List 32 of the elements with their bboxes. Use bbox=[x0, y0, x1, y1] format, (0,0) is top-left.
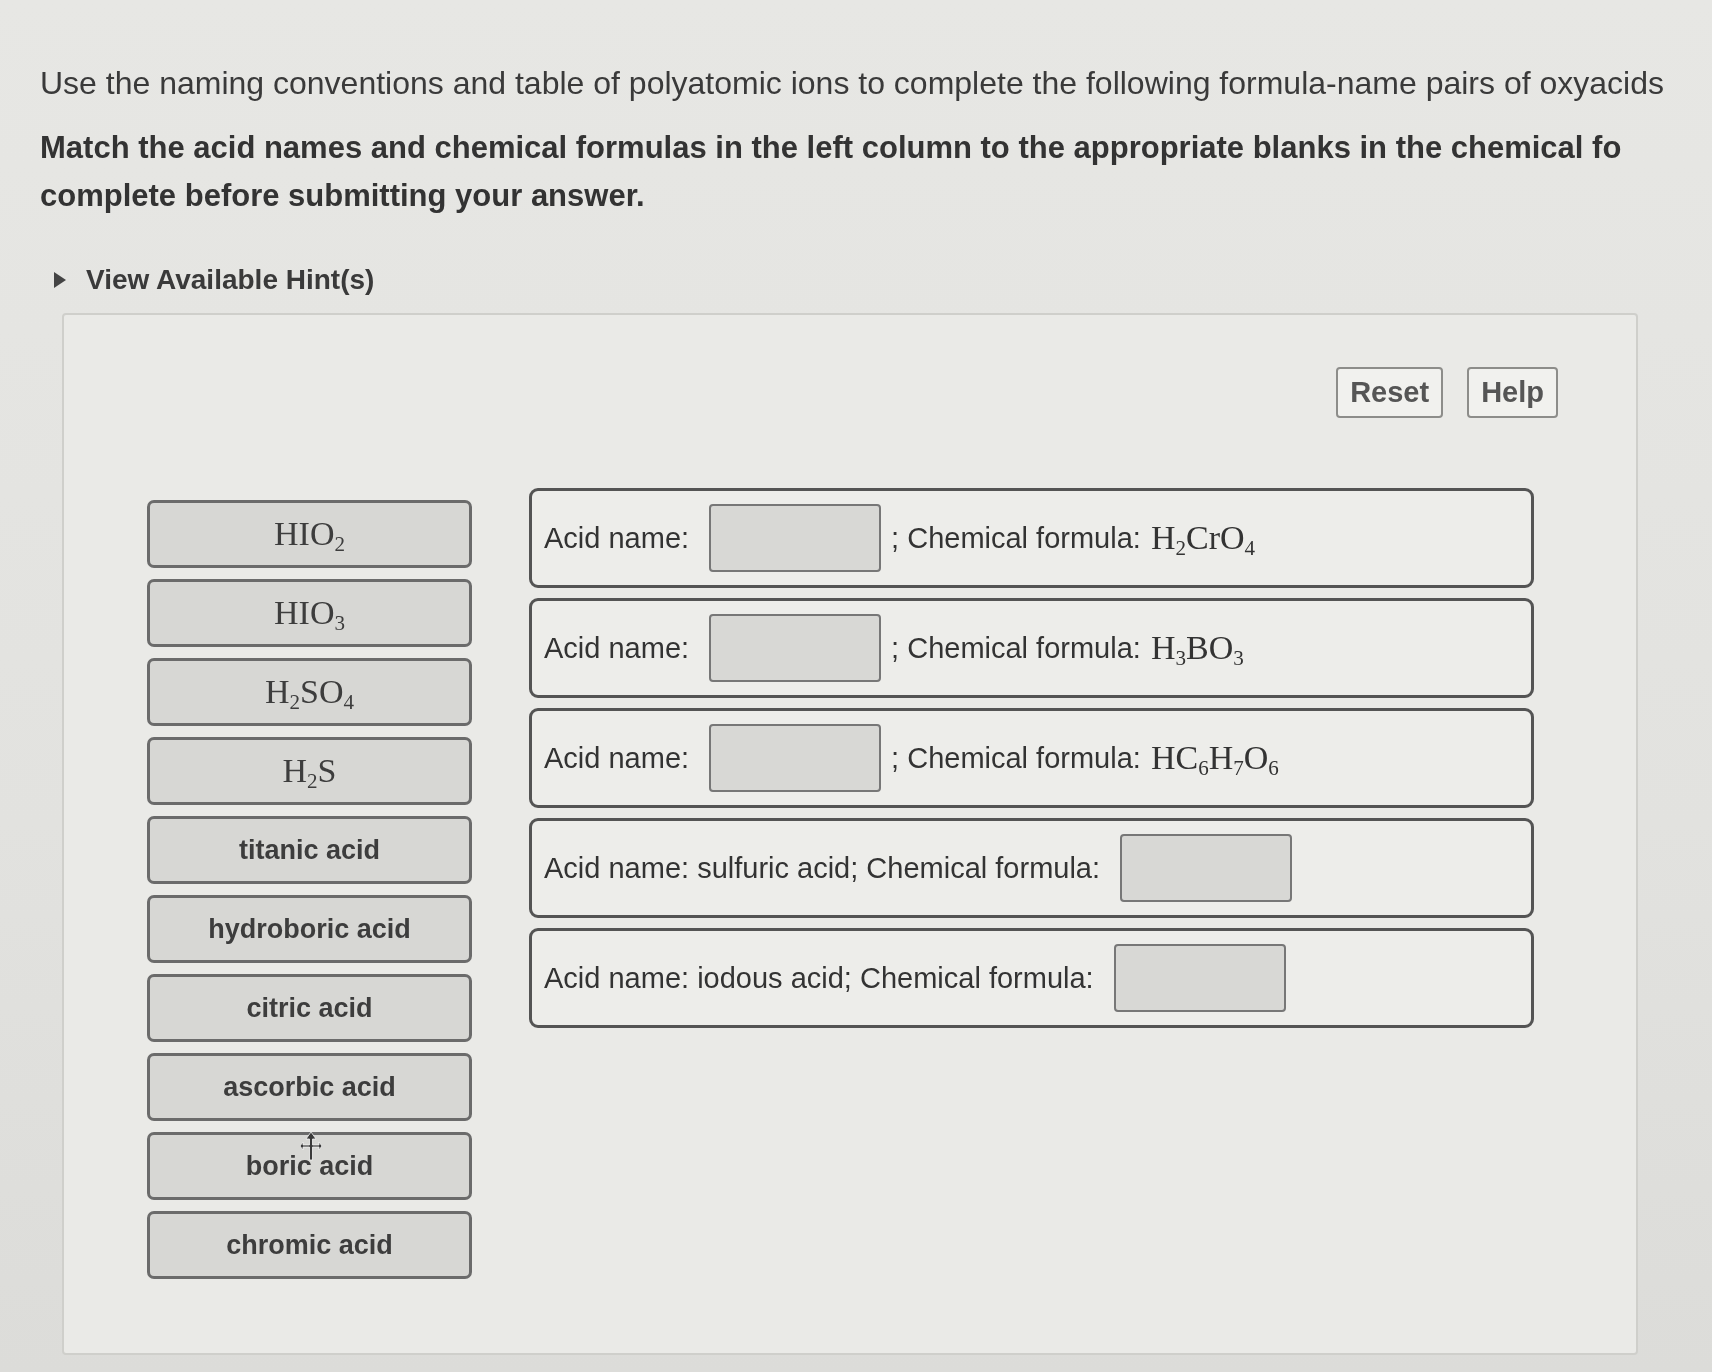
answer-tile[interactable]: HIO$_{2}$ bbox=[147, 500, 472, 568]
formula-text: H$_{2}$CrO$_{4}$ bbox=[1150, 519, 1256, 557]
answer-box[interactable] bbox=[709, 504, 882, 572]
answer-tile[interactable]: citric acid bbox=[147, 974, 472, 1042]
instruction-text: complete before submitting your answer. bbox=[40, 177, 645, 215]
prompt-text: Acid name: iodous acid; Chemical formula: bbox=[544, 961, 1094, 995]
answer-tile[interactable]: titanic acid bbox=[147, 816, 472, 884]
answer-box[interactable] bbox=[1113, 944, 1286, 1012]
answer-tile[interactable]: H$_{2}$S bbox=[147, 737, 472, 805]
answer-box[interactable] bbox=[709, 724, 882, 792]
prompt-text: ; Chemical formula: bbox=[891, 631, 1141, 665]
formula-text: H$_{3}$BO$_{3}$ bbox=[1150, 629, 1244, 667]
instruction-text: Match the acid names and chemical formulas in the left column to the appropriate blanks in the chemical fo bbox=[40, 129, 1622, 167]
answer-tile[interactable]: HIO$_{3}$ bbox=[147, 579, 472, 647]
prompt-text: Acid name: bbox=[544, 741, 690, 775]
action-button[interactable]: Help bbox=[1467, 367, 1558, 418]
hint-toggle[interactable]: View Available Hint(s) bbox=[40, 262, 375, 298]
instruction-text: Use the naming conventions and table of polyatomic ions to complete the following formula-name pairs of oxyacids bbox=[40, 64, 1665, 102]
answer-tile[interactable]: chromic acid bbox=[147, 1211, 472, 1279]
answer-tile[interactable]: ascorbic acid bbox=[147, 1053, 472, 1121]
answer-tile[interactable]: hydroboric acid bbox=[147, 895, 472, 963]
answer-tile[interactable]: boric acid bbox=[147, 1132, 472, 1200]
prompt-text: ; Chemical formula: bbox=[891, 521, 1141, 555]
prompt-text: Acid name: bbox=[544, 631, 690, 665]
prompt-text: Acid name: sulfuric acid; Chemical formula: bbox=[544, 851, 1101, 885]
answer-tile[interactable]: H$_{2}$SO$_{4}$ bbox=[147, 658, 472, 726]
prompt-text: Acid name: bbox=[544, 521, 690, 555]
formula-text: HC$_{6}$H$_{7}$O$_{6}$ bbox=[1150, 739, 1279, 777]
action-button[interactable]: Reset bbox=[1336, 367, 1444, 418]
prompt-text: ; Chemical formula: bbox=[891, 741, 1141, 775]
answer-box[interactable] bbox=[1120, 834, 1293, 902]
answer-box[interactable] bbox=[709, 614, 882, 682]
